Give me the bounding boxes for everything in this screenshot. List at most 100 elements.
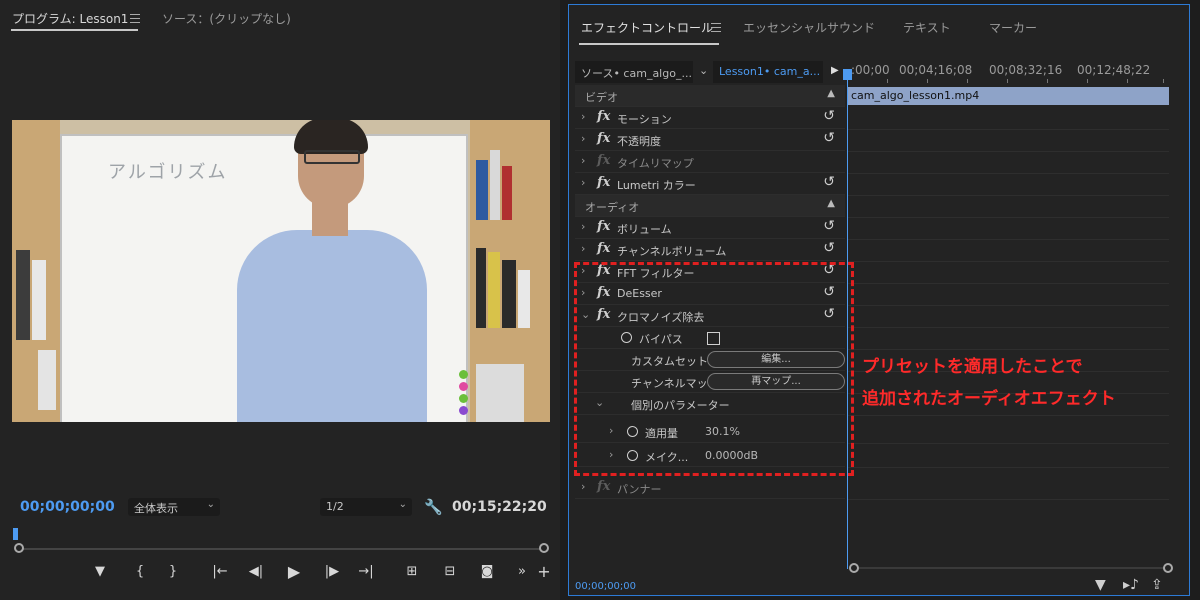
effect-row-lumetri[interactable]: › fx Lumetri カラー ↺ [575, 173, 845, 195]
timeline-row-line [847, 499, 1169, 500]
scroll-up-icon[interactable]: ▲ [827, 88, 835, 99]
fx-icon[interactable]: fx [597, 131, 610, 146]
magnet [459, 370, 468, 379]
more-icon[interactable]: » [512, 564, 532, 579]
plus-icon[interactable]: + [534, 562, 554, 581]
timeline-row-line [847, 467, 1169, 468]
tab-program[interactable]: プログラム: Lesson1 [12, 10, 128, 27]
playhead-indicator[interactable] [13, 528, 18, 540]
book [502, 166, 512, 220]
magnet [459, 382, 468, 391]
camera-icon[interactable]: ◙ [477, 564, 497, 579]
mark-in-icon[interactable]: { [130, 564, 150, 579]
tab-markers[interactable]: マーカー [989, 19, 1037, 36]
section-label: オーディオ [585, 201, 640, 214]
effect-row-volume[interactable]: › fx ボリューム ↺ [575, 217, 845, 239]
magnet [459, 406, 468, 415]
fx-icon[interactable]: fx [597, 175, 610, 190]
ruler-label: 00;08;32;16 [989, 63, 1063, 77]
scrub-end-handle[interactable] [539, 543, 549, 553]
clip-bar[interactable]: cam_algo_lesson1.mp4 [847, 87, 1169, 105]
book [16, 250, 30, 340]
ruler-tick [1163, 79, 1164, 83]
footer-timecode[interactable]: 00;00;00;00 [575, 581, 636, 592]
program-monitor-panel: プログラム: Lesson1 ソース：(クリップなし) アルゴリズム 00;00… [0, 0, 560, 600]
marker-icon[interactable]: ▼ [90, 564, 110, 579]
effect-label: Lumetri カラー [617, 179, 696, 192]
chevron-right-icon[interactable]: › [581, 176, 585, 189]
book [490, 150, 500, 220]
timeline-row-line [847, 173, 1169, 174]
go-to-in-icon[interactable]: |← [210, 564, 230, 579]
sequence-clip-selector[interactable]: Lesson1• cam_a... [713, 61, 823, 83]
timeline-row-line [847, 151, 1169, 152]
ruler-tick [927, 79, 928, 83]
overwrite-icon[interactable]: ⊟ [440, 564, 460, 579]
effect-label: 不透明度 [617, 135, 661, 148]
go-to-out-icon[interactable]: →| [356, 564, 376, 579]
chevron-right-icon[interactable]: › [581, 220, 585, 233]
panel-menu-icon[interactable] [130, 14, 140, 23]
effect-row-opacity[interactable]: › fx 不透明度 ↺ [575, 129, 845, 151]
highlight-box [574, 262, 854, 476]
scrub-start-handle[interactable] [14, 543, 24, 553]
reset-icon[interactable]: ↺ [823, 174, 835, 190]
tab-text[interactable]: テキスト [903, 19, 951, 36]
reset-icon[interactable]: ↺ [823, 218, 835, 234]
effect-row-time-remap[interactable]: › fx タイムリマップ [575, 151, 845, 173]
mark-out-icon[interactable]: } [163, 564, 183, 579]
ruler-tick [1127, 79, 1128, 83]
fx-icon[interactable]: fx [597, 219, 610, 234]
timeline-row-line [847, 349, 1169, 350]
insert-icon[interactable]: ⊞ [402, 564, 422, 579]
chevron-right-icon[interactable]: › [581, 242, 585, 255]
step-forward-icon[interactable]: |▶ [322, 564, 342, 579]
scroll-up-icon[interactable]: ▲ [827, 198, 835, 209]
current-timecode[interactable]: 00;00;00;00 [20, 499, 115, 515]
person-body [237, 230, 427, 422]
panel-menu-icon[interactable] [711, 23, 721, 32]
effect-timeline[interactable]: :00;00 00;04;16;08 00;08;32;16 00;12;48;… [843, 61, 1173, 581]
reset-icon[interactable]: ↺ [823, 240, 835, 256]
effect-row-motion[interactable]: › fx モーション ↺ [575, 107, 845, 129]
tab-effect-controls[interactable]: エフェクトコントロール [581, 19, 713, 36]
audio-section-header: オーディオ ▲ [575, 195, 845, 217]
sequence-clip-label: Lesson1• cam_a... [719, 65, 821, 78]
audio-loop-icon[interactable]: ▸♪ [1123, 577, 1139, 593]
filter-icon[interactable]: ▼ [1095, 577, 1106, 593]
zoom-end-handle[interactable] [1163, 563, 1173, 573]
reset-icon[interactable]: ↺ [823, 108, 835, 124]
step-back-icon[interactable]: ◀| [246, 564, 266, 579]
zoom-start-handle[interactable] [849, 563, 859, 573]
book [476, 364, 524, 422]
effect-row-channel-volume[interactable]: › fx チャンネルボリューム ↺ [575, 239, 845, 261]
timeline-row-line [847, 239, 1169, 240]
chevron-right-icon[interactable]: › [581, 154, 585, 167]
chevron-down-icon[interactable]: ⌄ [699, 64, 708, 77]
scrub-track[interactable] [20, 548, 544, 550]
chevron-right-icon[interactable]: › [581, 132, 585, 145]
zoom-select[interactable]: 全体表示 ⌄ [128, 498, 220, 516]
export-icon[interactable]: ⇪ [1151, 577, 1163, 593]
annotation-line-2: 追加されたオーディオエフェクト [862, 389, 1116, 409]
tab-source[interactable]: ソース：(クリップなし) [162, 10, 291, 27]
fx-icon[interactable]: fx [597, 109, 610, 124]
chevron-right-icon[interactable]: › [581, 480, 585, 493]
play-triangle-icon[interactable]: ▶ [831, 65, 839, 76]
chevron-right-icon[interactable]: › [581, 110, 585, 123]
effect-label: チャンネルボリューム [617, 245, 727, 258]
magnet [459, 394, 468, 403]
book [518, 270, 530, 328]
fx-icon[interactable]: fx [597, 241, 610, 256]
video-frame: アルゴリズム [12, 120, 550, 422]
tab-essential-sound[interactable]: エッセンシャルサウンド [743, 19, 875, 36]
timeline-zoom-track[interactable] [851, 567, 1167, 569]
source-clip-selector[interactable]: ソース• cam_algo_... [575, 61, 693, 83]
effect-row-panner[interactable]: › fx パンナー [575, 477, 845, 499]
play-icon[interactable]: ▶ [284, 562, 304, 581]
reset-icon[interactable]: ↺ [823, 130, 835, 146]
effect-label: パンナー [617, 483, 662, 496]
resolution-select[interactable]: 1/2 ⌄ [320, 498, 412, 516]
playhead-marker[interactable] [843, 69, 852, 80]
wrench-icon[interactable]: 🔧 [424, 498, 443, 516]
